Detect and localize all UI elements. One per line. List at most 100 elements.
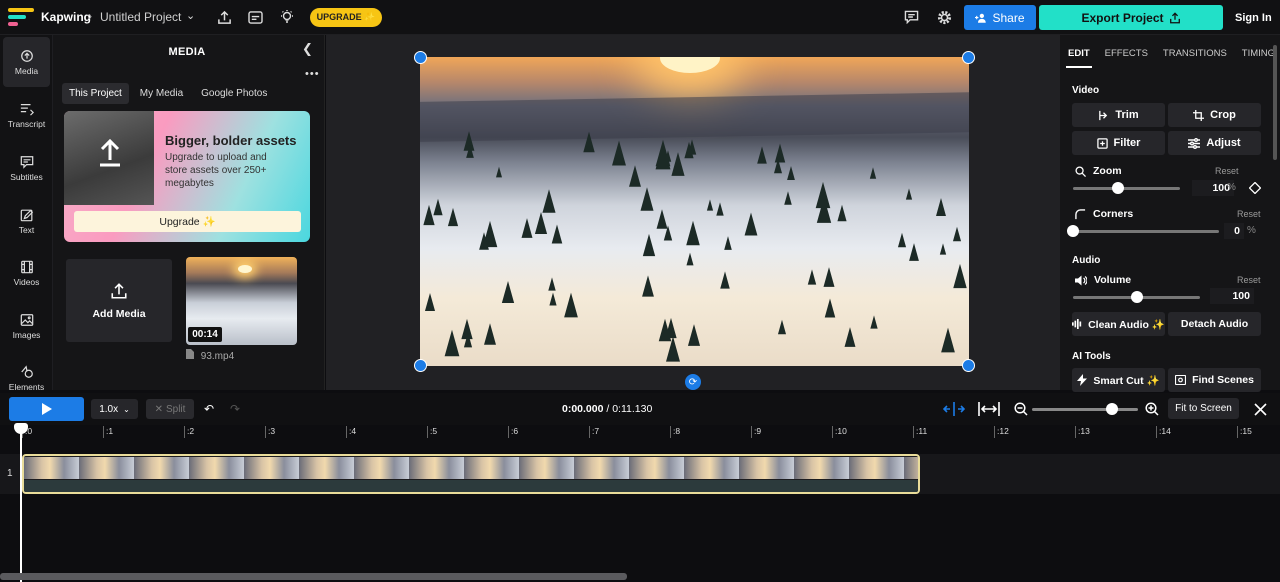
- add-media-button[interactable]: Add Media: [66, 259, 172, 342]
- redo-icon[interactable]: ↷: [230, 402, 240, 416]
- rail-label: Subtitles: [10, 171, 43, 182]
- video-preview[interactable]: [420, 57, 969, 366]
- play-button[interactable]: [9, 397, 84, 421]
- edit-panel-scrollbar[interactable]: [1273, 45, 1277, 160]
- split-button[interactable]: ✕ Split: [146, 399, 194, 419]
- resize-handle-bottom-left[interactable]: [414, 359, 427, 372]
- corners-value[interactable]: 0: [1224, 223, 1244, 239]
- timeline-scrollbar[interactable]: [0, 573, 627, 580]
- zoom-reset[interactable]: Reset: [1215, 166, 1239, 176]
- tab-my-media[interactable]: My Media: [133, 83, 190, 104]
- promo-upgrade-button[interactable]: Upgrade ✨: [74, 211, 301, 232]
- fit-width-icon[interactable]: [978, 401, 1000, 417]
- fit-to-screen-button[interactable]: Fit to Screen: [1168, 398, 1239, 419]
- find-scenes-button[interactable]: Find Scenes: [1168, 368, 1261, 392]
- resize-handle-top-left[interactable]: [414, 51, 427, 64]
- volume-value[interactable]: 100: [1210, 288, 1254, 304]
- upload-icon: [111, 282, 127, 299]
- rail-item-media[interactable]: Media: [3, 37, 50, 87]
- export-project-button[interactable]: Export Project: [1039, 5, 1223, 30]
- corners-slider[interactable]: [1073, 230, 1219, 233]
- corners-unit: %: [1247, 225, 1256, 236]
- crop-icon: [1193, 109, 1205, 121]
- comment-icon[interactable]: [902, 8, 920, 26]
- tab-timing[interactable]: TIMING: [1242, 48, 1275, 59]
- video-tree: [671, 151, 685, 176]
- project-name[interactable]: Untitled Project: [100, 10, 181, 24]
- zoom-out-icon[interactable]: [1013, 401, 1029, 417]
- resize-handle-top-right[interactable]: [962, 51, 975, 64]
- volume-reset[interactable]: Reset: [1237, 275, 1261, 285]
- playhead[interactable]: [20, 425, 22, 582]
- tab-this-project[interactable]: This Project: [62, 83, 129, 104]
- rail-label: Images: [12, 329, 41, 340]
- video-tree: [757, 146, 767, 164]
- timeline-ruler[interactable]: :0:1:2:3:4:5:6:7:8:9:10:11:12:13:14:15: [0, 425, 1280, 439]
- video-tree: [465, 144, 474, 158]
- timeline-zoom-slider[interactable]: [1032, 408, 1138, 411]
- video-tree: [719, 270, 730, 289]
- rail-item-subtitles[interactable]: Subtitles: [0, 143, 53, 193]
- kapwing-logo[interactable]: [8, 8, 34, 26]
- ruler-tick: :15: [1237, 426, 1252, 438]
- crop-button[interactable]: Crop: [1168, 103, 1261, 127]
- close-icon[interactable]: [1252, 401, 1268, 417]
- keyframe-diamond-icon[interactable]: [1248, 181, 1262, 195]
- video-tree: [495, 166, 502, 178]
- gear-icon[interactable]: [935, 8, 953, 26]
- more-options-icon[interactable]: •••: [305, 68, 320, 80]
- add-media-label: Add Media: [92, 307, 146, 320]
- trim-button[interactable]: Trim: [1072, 103, 1165, 127]
- corners-label: Corners: [1075, 208, 1133, 220]
- rail-item-videos[interactable]: Videos: [0, 248, 53, 298]
- zoom-slider-knob[interactable]: [1111, 182, 1124, 194]
- timeline-zoom-knob[interactable]: [1106, 403, 1118, 415]
- video-tree: [956, 274, 964, 288]
- video-tree: [716, 202, 725, 216]
- clean-audio-button[interactable]: Clean Audio ✨: [1072, 312, 1165, 336]
- upgrade-button[interactable]: UPGRADE ✨: [310, 8, 382, 27]
- video-clip[interactable]: [22, 454, 920, 494]
- video-tree: [784, 191, 792, 205]
- adjust-button[interactable]: Adjust: [1168, 131, 1261, 155]
- corners-reset[interactable]: Reset: [1237, 209, 1261, 219]
- lightning-icon: [1077, 374, 1088, 386]
- corners-slider-knob[interactable]: [1067, 225, 1079, 237]
- smart-cut-button[interactable]: Smart Cut ✨: [1072, 368, 1165, 392]
- rail-item-transcript[interactable]: Transcript: [0, 90, 53, 140]
- volume-slider-knob[interactable]: [1130, 291, 1143, 303]
- sign-in-link[interactable]: Sign In: [1235, 12, 1272, 24]
- video-tree: [551, 223, 563, 244]
- tab-edit[interactable]: EDIT: [1066, 48, 1092, 68]
- video-tree: [823, 266, 835, 287]
- rail-item-text[interactable]: Text: [0, 196, 53, 246]
- filter-button[interactable]: Filter: [1072, 131, 1165, 155]
- tab-transitions[interactable]: TRANSITIONS: [1163, 48, 1227, 59]
- chevron-down-icon[interactable]: ⌄: [186, 9, 195, 22]
- speed-select[interactable]: 1.0x ⌄: [91, 399, 138, 419]
- zoom-slider[interactable]: [1073, 187, 1180, 190]
- undo-icon[interactable]: ↶: [204, 402, 214, 416]
- rotate-icon[interactable]: ⟳: [685, 374, 701, 390]
- collapse-panel-icon[interactable]: ❮: [302, 41, 313, 57]
- lightbulb-icon[interactable]: [278, 8, 296, 26]
- tab-effects[interactable]: EFFECTS: [1105, 48, 1148, 59]
- video-tree: [837, 205, 847, 222]
- upload-icon[interactable]: [215, 8, 233, 26]
- share-button[interactable]: Share: [964, 5, 1036, 30]
- rail-item-images[interactable]: Images: [0, 301, 53, 351]
- ruler-tick: :9: [751, 426, 761, 438]
- video-tree: [869, 314, 878, 329]
- split-view-icon[interactable]: [943, 401, 965, 417]
- filter-label: Filter: [1113, 137, 1141, 149]
- tab-google-photos[interactable]: Google Photos: [194, 83, 274, 104]
- video-tree: [656, 209, 668, 229]
- ai-tools-section-title: AI Tools: [1072, 351, 1111, 362]
- elements-icon: [20, 364, 33, 378]
- videos-icon: [20, 260, 33, 273]
- brand-name[interactable]: Kapwing: [41, 10, 91, 24]
- caption-icon[interactable]: [246, 8, 264, 26]
- resize-handle-bottom-right[interactable]: [962, 359, 975, 372]
- zoom-in-icon[interactable]: [1144, 401, 1160, 417]
- detach-audio-button[interactable]: Detach Audio: [1168, 312, 1261, 336]
